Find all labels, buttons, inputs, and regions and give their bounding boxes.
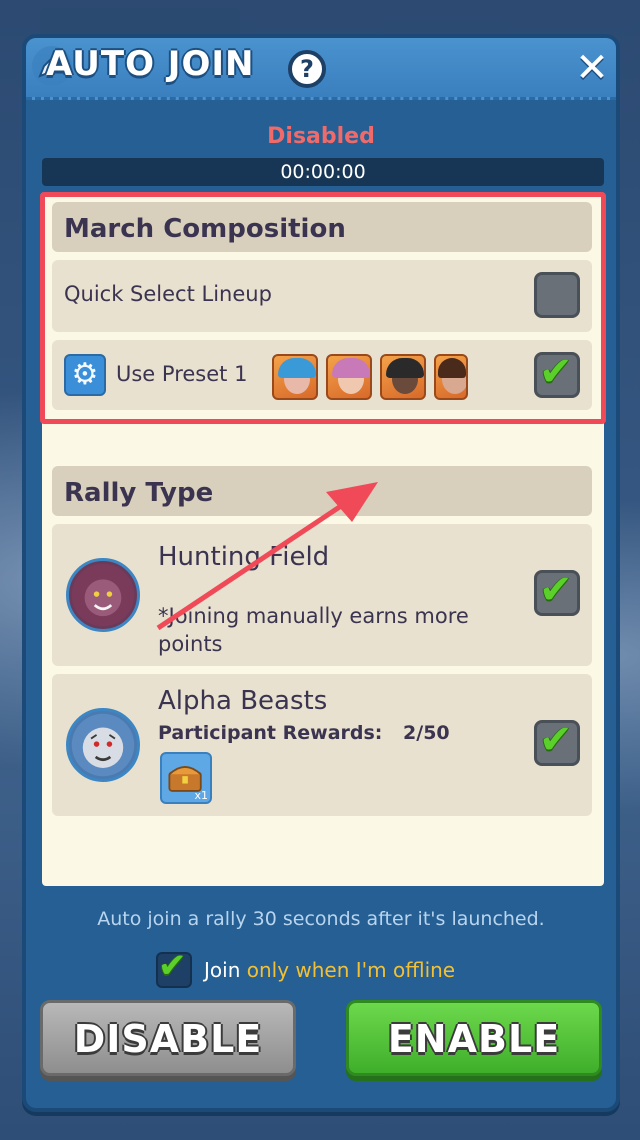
chest-icon[interactable]: x1: [160, 752, 212, 804]
reward-quantity: x1: [194, 789, 208, 802]
help-icon[interactable]: ?: [288, 50, 326, 88]
check-icon: ✔: [539, 567, 573, 613]
status-text: Disabled: [267, 124, 375, 149]
offline-only-toggle[interactable]: ✔ Join only when I'm offline: [156, 946, 516, 992]
check-icon: ✔: [539, 349, 573, 395]
quick-select-label: Quick Select Lineup: [64, 282, 272, 306]
hero-portrait-3: [380, 354, 426, 400]
offline-only-label: Join only when I'm offline: [204, 958, 455, 982]
hero-portrait-4: [434, 354, 468, 400]
disable-button[interactable]: DISABLE: [40, 1000, 296, 1076]
panel-header: AUTO JOIN ? ✕: [26, 38, 616, 100]
page-title: AUTO JOIN: [46, 44, 255, 84]
check-icon: ✔: [539, 717, 573, 763]
check-icon: ✔: [158, 946, 187, 986]
gear-icon[interactable]: ⚙: [64, 354, 106, 396]
lion-beast-icon: [66, 558, 140, 632]
auto-join-panel: AUTO JOIN ? ✕ Disabled 00:00:00 March Co…: [22, 34, 620, 1112]
preset-label: Use Preset 1: [116, 362, 248, 386]
rally-item-title: Alpha Beasts: [158, 686, 328, 716]
offline-label-prefix: Join: [204, 958, 241, 982]
auto-join-description: Auto join a rally 30 seconds after it's …: [97, 908, 545, 930]
march-composition-heading: March Composition: [52, 202, 592, 252]
preset-row[interactable]: ⚙ Use Preset 1 ✔: [52, 340, 592, 410]
white-tiger-icon: [66, 708, 140, 782]
alpha-beasts-checkbox[interactable]: ✔: [534, 717, 580, 766]
hunting-field-checkbox[interactable]: ✔: [534, 567, 580, 616]
participant-rewards-value: 2/50: [403, 722, 450, 744]
quick-select-row[interactable]: Quick Select Lineup: [52, 260, 592, 332]
timer-display: 00:00:00: [42, 158, 604, 186]
rally-item-alpha-beasts[interactable]: Alpha Beasts Participant Rewards: 2/50 x…: [52, 674, 592, 816]
preset-checkbox[interactable]: ✔: [534, 349, 580, 398]
close-icon[interactable]: ✕: [572, 48, 612, 88]
offline-label-accent: only when I'm offline: [246, 958, 456, 982]
participant-rewards: Participant Rewards: 2/50: [158, 722, 450, 744]
participant-rewards-label: Participant Rewards:: [158, 722, 383, 744]
hero-portrait-2: [326, 354, 372, 400]
enable-button[interactable]: ENABLE: [346, 1000, 602, 1076]
quick-select-checkbox[interactable]: [534, 272, 580, 318]
annotation-arrow: [156, 482, 378, 631]
offline-only-checkbox[interactable]: ✔: [156, 946, 192, 988]
hero-portrait-1: [272, 354, 318, 400]
